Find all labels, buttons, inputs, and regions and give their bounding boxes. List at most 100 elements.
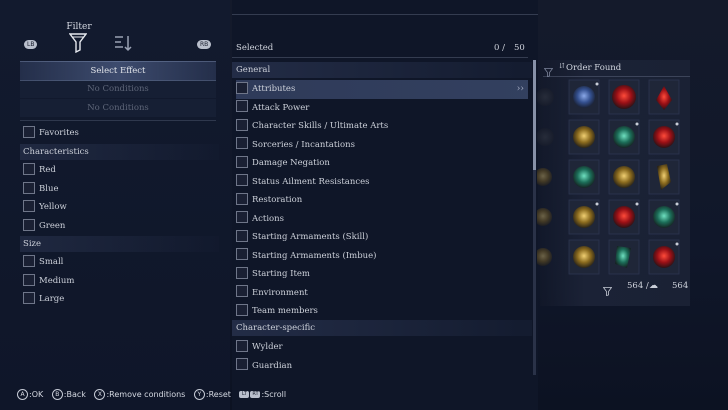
relic-icon[interactable] — [573, 246, 595, 268]
effect-row-character-skills[interactable]: Character Skills / Ultimate Arts — [236, 117, 528, 136]
chevron-right-icon: ›› — [516, 84, 524, 94]
relic-icon[interactable] — [537, 248, 552, 266]
size-label: Large — [39, 294, 65, 304]
relic-grid[interactable] — [537, 78, 690, 278]
effect-row-starting-armaments-imbue[interactable]: Starting Armaments (Imbue) — [236, 247, 528, 266]
divider — [543, 76, 690, 77]
total-count: 564 — [672, 281, 689, 291]
effect-row-starting-item[interactable]: Starting Item — [236, 265, 528, 284]
general-section-header: General — [232, 62, 532, 78]
relic-icon[interactable] — [613, 166, 635, 188]
checkbox-box[interactable] — [236, 100, 248, 112]
sort-order-label[interactable]: Order Found — [566, 63, 621, 73]
size-small-checkbox[interactable]: Small — [23, 253, 63, 271]
effect-row-status-ailment[interactable]: Status Ailment Resistances — [236, 173, 528, 192]
rt-button-icon: RT — [250, 391, 261, 398]
checkbox-box[interactable] — [236, 118, 248, 131]
effect-row-attributes[interactable]: Attributes ›› — [236, 80, 528, 99]
effect-row-damage-negation[interactable]: Damage Negation — [236, 154, 528, 173]
relic-icon[interactable] — [653, 206, 675, 228]
hint-reset[interactable]: :Reset — [206, 390, 231, 399]
relic-icon[interactable] — [653, 126, 675, 148]
checkbox-box[interactable] — [236, 303, 248, 316]
relic-icon[interactable] — [537, 128, 554, 146]
effect-label: Guardian — [252, 360, 293, 371]
checkbox-box[interactable] — [236, 192, 248, 205]
filter-tab-label[interactable]: Filter — [0, 22, 158, 32]
relic-icon[interactable] — [612, 85, 636, 109]
checkbox-box[interactable] — [23, 218, 35, 231]
hint-remove-conditions[interactable]: :Remove conditions — [106, 390, 185, 399]
checkbox-box[interactable] — [236, 229, 248, 242]
divider — [232, 14, 538, 15]
divider — [232, 57, 528, 58]
hint-ok[interactable]: :OK — [29, 390, 43, 399]
color-green-checkbox[interactable]: Green — [23, 217, 65, 235]
effect-row-attack-power[interactable]: Attack Power — [236, 99, 528, 118]
checkbox-box[interactable] — [236, 285, 248, 297]
effect-label: Team members — [252, 306, 318, 316]
relic-icon[interactable] — [573, 126, 595, 148]
checkbox-box[interactable] — [236, 248, 248, 260]
effect-row-wylder[interactable]: Wylder — [236, 338, 528, 357]
color-blue-checkbox[interactable]: Blue — [23, 180, 58, 198]
scrollbar-thumb[interactable] — [533, 60, 536, 170]
filter-funnel-icon[interactable] — [68, 33, 88, 57]
checkbox-box[interactable] — [236, 266, 248, 279]
characteristics-header: Characteristics — [20, 144, 219, 160]
checkbox-box[interactable] — [236, 81, 248, 94]
rb-button[interactable]: RB — [197, 40, 212, 49]
relic-icon[interactable] — [573, 166, 595, 188]
size-large-checkbox[interactable]: Large — [23, 290, 64, 308]
effect-row-restoration[interactable]: Restoration — [236, 191, 528, 210]
b-button-icon: B — [51, 389, 63, 400]
relic-icon[interactable] — [613, 206, 635, 228]
checkbox-box[interactable] — [23, 162, 35, 175]
new-marker-icon — [595, 202, 599, 206]
relic-icon[interactable] — [653, 246, 675, 268]
checkbox-box[interactable] — [236, 358, 248, 370]
checkbox-box[interactable] — [23, 254, 35, 267]
checkbox-box[interactable] — [236, 137, 248, 149]
relic-icon[interactable] — [537, 208, 552, 226]
size-medium-checkbox[interactable]: Medium — [23, 272, 74, 290]
relic-icon[interactable] — [573, 206, 595, 228]
favorites-checkbox[interactable]: Favorites — [23, 124, 79, 142]
effect-row-sorceries[interactable]: Sorceries / Incantations — [236, 136, 528, 155]
effect-label: Starting Item — [252, 269, 310, 279]
checkbox-box[interactable] — [236, 155, 248, 168]
checkbox-box[interactable] — [23, 199, 35, 212]
checkbox-box[interactable] — [236, 211, 248, 223]
checkbox-box[interactable] — [23, 291, 35, 304]
selected-label: Selected — [236, 43, 274, 53]
select-effect-button[interactable]: Select Effect — [20, 61, 216, 81]
effect-label: Attack Power — [252, 102, 310, 113]
condition-slot-1[interactable]: No Conditions — [20, 80, 216, 98]
checkbox-box[interactable] — [236, 339, 248, 352]
effect-row-actions[interactable]: Actions — [236, 210, 528, 229]
relic-icon[interactable] — [537, 168, 552, 186]
color-red-checkbox[interactable]: Red — [23, 161, 56, 179]
scrollbar-track[interactable] — [533, 60, 536, 375]
relic-icon[interactable] — [573, 86, 595, 108]
hint-back[interactable]: :Back — [64, 390, 86, 399]
checkbox-box[interactable] — [236, 174, 248, 186]
effect-row-starting-armaments-skill[interactable]: Starting Armaments (Skill) — [236, 228, 528, 247]
hint-scroll[interactable]: :Scroll — [261, 390, 286, 399]
relic-icon[interactable] — [613, 126, 635, 148]
effect-row-team-members[interactable]: Team members — [236, 302, 528, 321]
effect-row-environment[interactable]: Environment — [236, 284, 528, 303]
relic-icon[interactable] — [537, 88, 554, 106]
effect-row-guardian[interactable]: Guardian — [236, 357, 528, 376]
button-hints-bar: A:OK B:Back X:Remove conditions Y:Reset … — [17, 389, 286, 400]
checkbox-box[interactable] — [23, 273, 35, 286]
color-label: Yellow — [39, 202, 67, 212]
new-marker-icon — [675, 242, 679, 246]
checkbox-box[interactable] — [23, 181, 35, 194]
lb-button[interactable]: LB — [24, 40, 38, 49]
checkbox-box[interactable] — [23, 125, 35, 138]
effect-label: Character Skills / Ultimate Arts — [252, 121, 389, 131]
color-yellow-checkbox[interactable]: Yellow — [23, 198, 67, 216]
condition-slot-2[interactable]: No Conditions — [20, 99, 216, 117]
sort-icon[interactable] — [113, 34, 135, 56]
